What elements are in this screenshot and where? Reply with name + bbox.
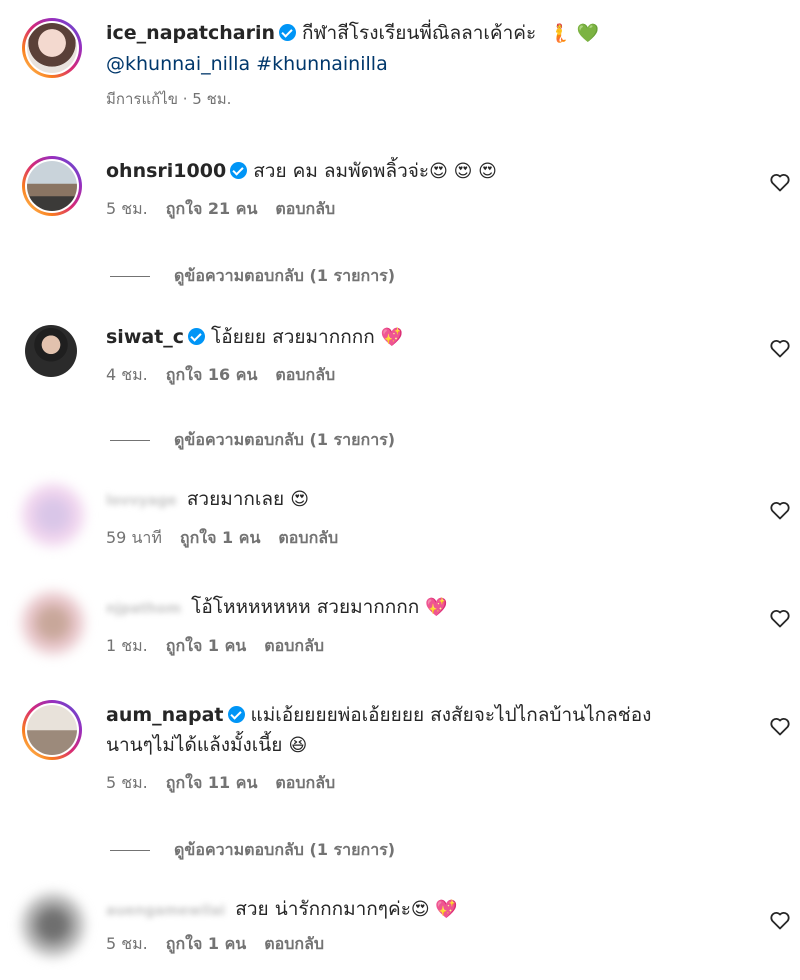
comment-text: โอ้ยยย สวยมากกกก <box>211 326 375 348</box>
reply-button[interactable]: ตอบกลับ <box>264 636 324 655</box>
verified-icon <box>188 328 206 345</box>
heart-icon[interactable] <box>768 714 792 738</box>
username[interactable]: ice_napatcharin <box>106 22 275 44</box>
verified-icon <box>230 162 248 179</box>
comment-text: สวย น่ารักกกมากๆค่ะ <box>235 898 411 920</box>
avatar[interactable] <box>22 592 84 654</box>
comment-time: 5 ชม. <box>106 934 148 953</box>
likes-count[interactable]: ถูกใจ 21 คน <box>166 199 258 218</box>
username[interactable]: siwat_c <box>106 326 184 348</box>
likes-count[interactable]: ถูกใจ 1 คน <box>166 934 246 953</box>
reply-button[interactable]: ตอบกลับ <box>275 365 335 384</box>
view-replies-button[interactable]: ดูข้อความตอบกลับ (1 รายการ) <box>110 428 395 453</box>
view-replies-button[interactable]: ดูข้อความตอบกลับ (1 รายการ) <box>110 264 395 289</box>
comment-emoji: 😍 💖 <box>410 899 458 920</box>
comment-text: สวยมากเลย <box>186 488 285 510</box>
comment-time: 5 ชม. <box>106 773 148 792</box>
comment-emoji: 💖 <box>380 327 404 348</box>
comment-text: สวย คม ลมพัดพลิ้วจ่ะ <box>253 160 430 182</box>
verified-icon <box>279 24 297 41</box>
caption-meta: มีการแก้ไข · 5 ชม. <box>106 90 232 108</box>
view-replies-button[interactable]: ดูข้อความตอบกลับ (1 รายการ) <box>110 838 395 863</box>
reply-button[interactable]: ตอบกลับ <box>275 773 335 792</box>
comment-emoji: 😍 😍 😍 <box>429 161 497 182</box>
comment-time: 59 นาที <box>106 528 162 547</box>
reply-button[interactable]: ตอบกลับ <box>275 199 335 218</box>
likes-count[interactable]: ถูกใจ 1 คน <box>180 528 260 547</box>
likes-count[interactable]: ถูกใจ 11 คน <box>166 773 258 792</box>
heart-icon[interactable] <box>768 336 792 360</box>
avatar[interactable] <box>22 18 82 78</box>
heart-icon[interactable] <box>768 606 792 630</box>
heart-icon[interactable] <box>768 498 792 522</box>
verified-icon <box>227 706 245 723</box>
avatar[interactable] <box>22 156 82 216</box>
hashtag-link[interactable]: #khunnainilla <box>256 53 388 75</box>
caption-text: กีฬาสีโรงเรียนพี่ณิลลาเค้าค่ะ <box>302 22 537 44</box>
comment-emoji: 😍 <box>290 489 309 510</box>
caption-emoji: 🧜 💚 <box>548 23 599 44</box>
avatar[interactable] <box>22 484 84 546</box>
username[interactable]: lovvyage <box>106 486 177 516</box>
comment-text: โอ้โหหหหหหห สวยมากกกก <box>191 596 420 618</box>
avatar[interactable] <box>22 322 82 382</box>
comment-time: 4 ชม. <box>106 365 148 384</box>
heart-icon[interactable] <box>768 908 792 932</box>
username[interactable]: njpathom <box>106 594 181 624</box>
avatar[interactable] <box>22 894 84 956</box>
comment-time: 5 ชม. <box>106 199 148 218</box>
comment-time: 1 ชม. <box>106 636 148 655</box>
mention-link[interactable]: @khunnai_nilla <box>106 53 250 75</box>
reply-button[interactable]: ตอบกลับ <box>264 934 324 953</box>
heart-icon[interactable] <box>768 170 792 194</box>
username[interactable]: aum_napat <box>106 704 224 726</box>
avatar[interactable] <box>22 700 82 760</box>
comment-text-cont: นานๆไม่ได้แล้งมั้งเนี้ย <box>106 734 283 756</box>
comment-emoji: 💖 <box>425 597 448 618</box>
username[interactable]: auengamewilai <box>106 896 225 926</box>
username[interactable]: ohnsri1000 <box>106 160 226 182</box>
comment-text: แม่เอ้ยยยยพ่อเอ้ยยยย สงสัยจะไปไกลบ้านไกล… <box>250 704 652 726</box>
likes-count[interactable]: ถูกใจ 16 คน <box>166 365 258 384</box>
comment-emoji: 😆 <box>288 735 308 756</box>
reply-button[interactable]: ตอบกลับ <box>278 528 338 547</box>
likes-count[interactable]: ถูกใจ 1 คน <box>166 636 246 655</box>
